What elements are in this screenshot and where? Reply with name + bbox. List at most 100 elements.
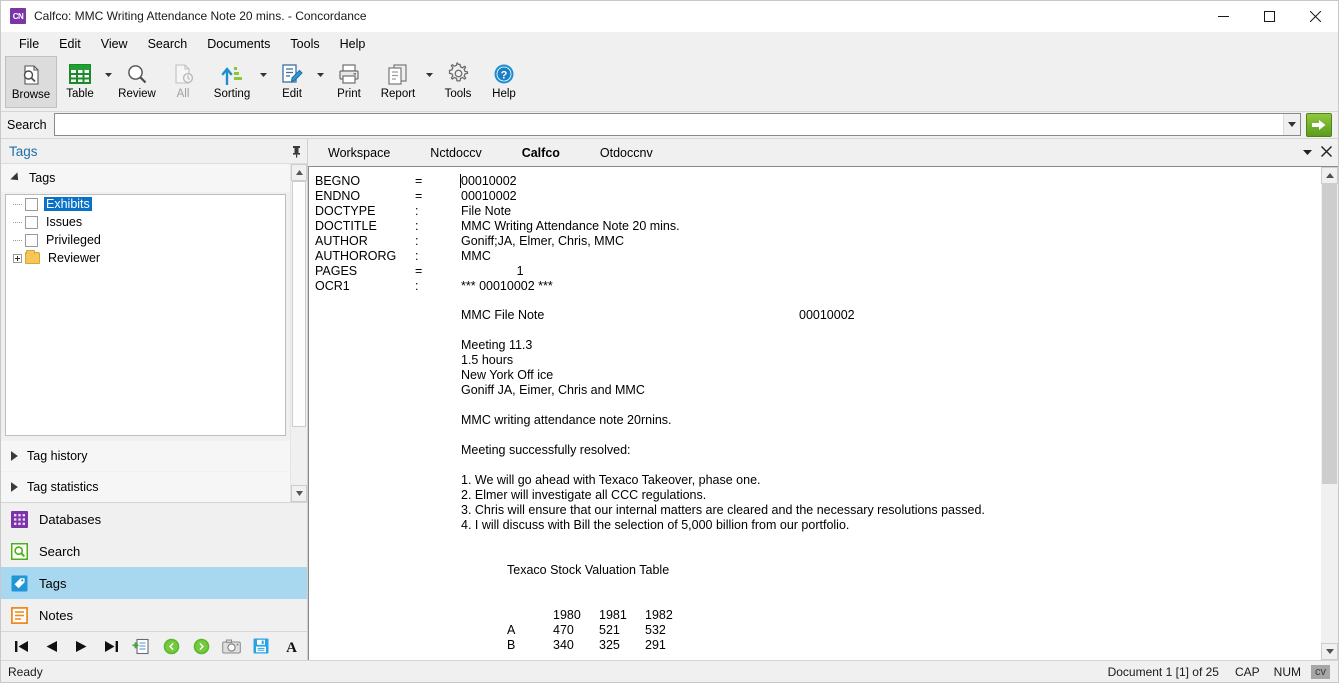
scroll-down-button[interactable] [1321, 643, 1338, 660]
toolbar-all-button[interactable]: All [160, 56, 206, 108]
menu-help[interactable]: Help [330, 34, 376, 54]
tags-panel-scrollbar[interactable] [290, 164, 307, 502]
toolbar-report-dropdown[interactable] [424, 56, 435, 108]
folder-icon [25, 250, 40, 264]
scroll-down-button[interactable] [291, 485, 307, 502]
minimize-button[interactable] [1200, 1, 1246, 32]
pin-icon[interactable] [285, 145, 307, 158]
exhibits-checkbox[interactable] [25, 197, 38, 211]
cv-indicator: cv [1311, 664, 1330, 679]
chevron-down-icon [260, 73, 267, 77]
toolbar-edit-dropdown[interactable] [315, 56, 326, 108]
table-column-header: 1982 [645, 608, 673, 622]
tab-close-button[interactable] [1321, 146, 1332, 159]
toolbar-table-dropdown[interactable] [103, 56, 114, 108]
last-record-button[interactable] [96, 634, 126, 659]
tree-item-reviewer[interactable]: Reviewer [6, 249, 285, 267]
sidebar-item-tags[interactable]: Tags [1, 567, 307, 599]
search-run-button[interactable] [1306, 113, 1332, 137]
previous-record-icon [46, 640, 57, 652]
scrollbar-thumb[interactable] [1322, 184, 1337, 484]
tab-overflow-button[interactable] [1303, 148, 1312, 157]
document-viewer[interactable]: BEGNO = 00010002 ENDNO = 00010002 DOCTYP… [308, 167, 1321, 660]
window-title: Calfco: MMC Writing Attendance Note 20 m… [34, 9, 367, 23]
menu-documents[interactable]: Documents [197, 34, 280, 54]
maximize-button[interactable] [1246, 1, 1292, 32]
save-button[interactable] [246, 634, 276, 659]
document-tabs: Workspace Nctdoccv Calfco Otdoccnv [308, 139, 1338, 166]
menu-view[interactable]: View [91, 34, 138, 54]
tab-calfco[interactable]: Calfco [502, 139, 580, 166]
main-toolbar: Browse Table Review All Sorting Edit Pri… [1, 56, 1338, 112]
main-content: Tags Tags Exhibits Issues Privileged Rev… [1, 139, 1338, 660]
tag-history-label: Tag history [27, 449, 88, 463]
field-value: MMC Writing Attendance Note 20 mins. [461, 218, 680, 233]
issues-checkbox[interactable] [25, 215, 38, 229]
tag-history-section[interactable]: Tag history [1, 440, 290, 471]
toolbar-sorting-button[interactable]: Sorting [206, 56, 258, 108]
all-icon [168, 60, 198, 87]
first-record-button[interactable] [6, 634, 36, 659]
field-value-text: 00010002 [461, 173, 517, 188]
search-input[interactable] [54, 114, 1283, 135]
scroll-up-button[interactable] [1321, 167, 1338, 184]
search-dropdown-button[interactable] [1283, 114, 1300, 135]
toolbar-table-button[interactable]: Table [57, 56, 103, 108]
tags-tree[interactable]: Exhibits Issues Privileged Reviewer [5, 194, 286, 436]
tree-item-exhibits[interactable]: Exhibits [6, 195, 285, 213]
toolbar-print-button[interactable]: Print [326, 56, 372, 108]
forward-button[interactable] [186, 634, 216, 659]
sidebar-item-databases[interactable]: Databases [1, 503, 307, 535]
toolbar-help-button[interactable]: ? Help [481, 56, 527, 108]
tags-section-header[interactable]: Tags [1, 164, 290, 192]
databases-icon [11, 510, 28, 528]
menu-edit[interactable]: Edit [49, 34, 91, 54]
toolbar-browse-button[interactable]: Browse [5, 56, 57, 108]
tree-item-privileged[interactable]: Privileged [6, 231, 285, 249]
toolbar-report-button[interactable]: Report [372, 56, 424, 108]
table-row-label: A [507, 623, 516, 637]
scrollbar-track[interactable] [1321, 184, 1338, 643]
tab-otdoccnv[interactable]: Otdoccnv [580, 139, 673, 166]
snapshot-button[interactable] [216, 634, 246, 659]
next-record-button[interactable] [66, 634, 96, 659]
sidebar-item-notes[interactable]: Notes [1, 599, 307, 631]
scrollbar-thumb[interactable] [292, 181, 306, 427]
field-row: DOCTITLE : MMC Writing Attendance Note 2… [315, 218, 1321, 233]
toolbar-tools-button[interactable]: Tools [435, 56, 481, 108]
document-viewer-wrapper: BEGNO = 00010002 ENDNO = 00010002 DOCTYP… [308, 166, 1338, 660]
toolbar-sorting-dropdown[interactable] [258, 56, 269, 108]
tree-line [9, 213, 25, 231]
camera-icon [221, 639, 241, 653]
expand-reviewer-button[interactable] [9, 249, 25, 267]
field-name: AUTHOR [315, 233, 368, 248]
sidebar-item-search[interactable]: Search [1, 535, 307, 567]
back-button[interactable] [156, 634, 186, 659]
document-scrollbar[interactable] [1321, 167, 1338, 660]
forward-icon [193, 638, 209, 654]
scrollbar-track[interactable] [291, 181, 307, 485]
close-button[interactable] [1292, 1, 1338, 32]
sorting-icon [217, 60, 247, 87]
previous-record-button[interactable] [36, 634, 66, 659]
toolbar-edit-button[interactable]: Edit [269, 56, 315, 108]
font-button[interactable]: A [276, 634, 306, 659]
tab-nctdoccv[interactable]: Nctdoccv [410, 139, 501, 166]
field-value: Goniff;JA, Elmer, Chris, MMC [461, 233, 624, 248]
toolbar-sorting-label: Sorting [213, 88, 251, 100]
add-document-button[interactable] [126, 634, 156, 659]
tab-workspace[interactable]: Workspace [308, 139, 410, 166]
tree-item-label: Exhibits [44, 197, 92, 211]
field-row: PAGES = 1 [315, 263, 1321, 278]
field-name: DOCTITLE [315, 218, 377, 233]
menu-tools[interactable]: Tools [280, 34, 329, 54]
tree-item-issues[interactable]: Issues [6, 213, 285, 231]
menu-file[interactable]: File [9, 34, 49, 54]
tag-statistics-section[interactable]: Tag statistics [1, 471, 290, 502]
toolbar-review-button[interactable]: Review [114, 56, 160, 108]
menu-search[interactable]: Search [138, 34, 198, 54]
chevron-up-icon [1325, 173, 1334, 178]
scroll-up-button[interactable] [291, 164, 307, 181]
privileged-checkbox[interactable] [25, 233, 38, 247]
